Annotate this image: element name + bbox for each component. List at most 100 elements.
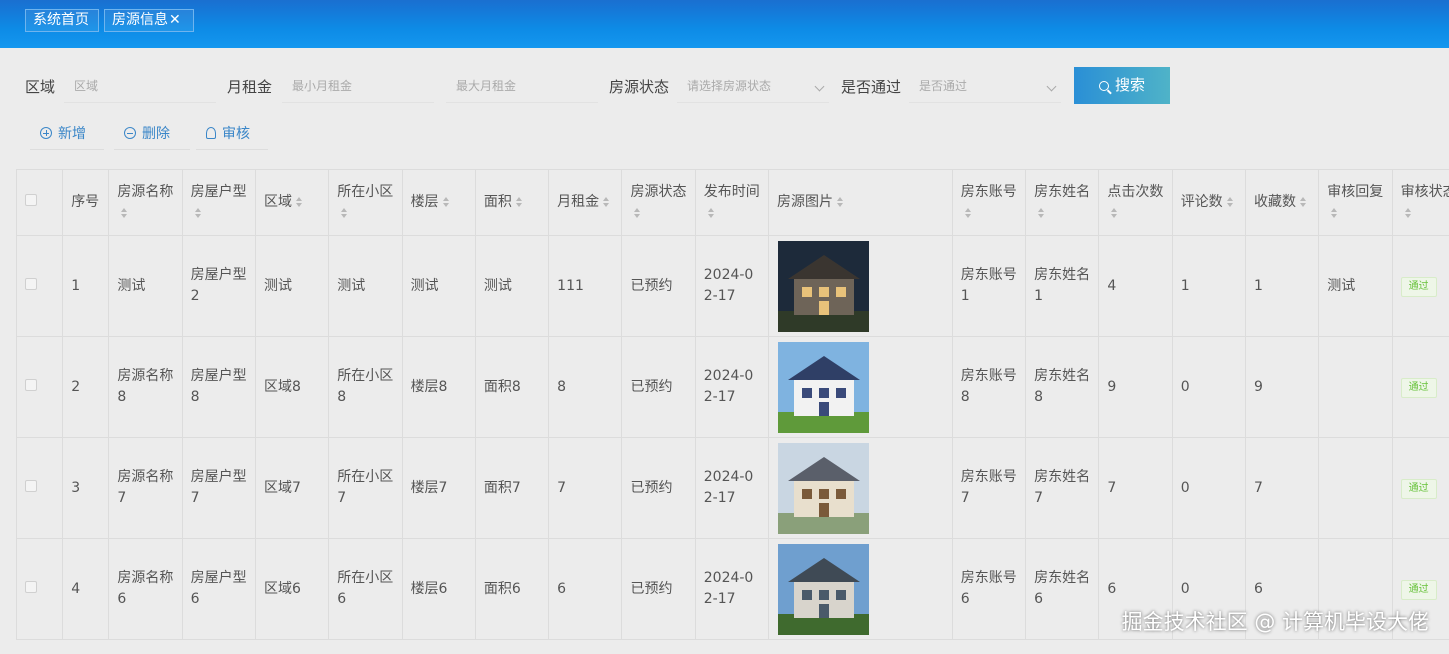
cell-favorites-text: 6 xyxy=(1253,580,1263,597)
status-select[interactable]: 请选择房源状态 xyxy=(677,71,829,103)
delete-button-label: 删除 xyxy=(142,126,170,142)
sort-icon[interactable] xyxy=(1299,197,1306,207)
column-header[interactable]: 区域 xyxy=(254,169,330,236)
house-photo[interactable] xyxy=(778,240,870,332)
sort-icon[interactable] xyxy=(964,207,971,218)
cell-name: 房源名称8 xyxy=(108,336,183,438)
column-header[interactable]: 房源名称 xyxy=(108,169,183,236)
tab-home[interactable]: 系统首页 xyxy=(25,9,99,32)
select-all-cell[interactable] xyxy=(15,169,64,236)
cell-comments-text: 0 xyxy=(1180,580,1190,597)
audit-button[interactable]: 审核 xyxy=(196,120,268,150)
cell-clicks: 7 xyxy=(1098,437,1173,539)
sort-icon[interactable] xyxy=(515,197,522,207)
column-header[interactable]: 房源状态 xyxy=(621,169,696,236)
chevron-down-icon xyxy=(1046,81,1057,92)
cell-no: 2 xyxy=(62,336,110,438)
sort-icon[interactable] xyxy=(707,207,714,218)
cell-comments: 1 xyxy=(1171,235,1246,337)
cell-type-text: 房屋户型7 xyxy=(190,469,247,506)
status-badge: 通过 xyxy=(1400,277,1437,297)
column-header[interactable]: 面积 xyxy=(474,169,550,236)
cell-rent-text: 111 xyxy=(557,277,584,294)
cell-type: 房屋户型7 xyxy=(181,437,256,539)
sort-icon[interactable] xyxy=(295,197,302,207)
column-header[interactable]: 楼层 xyxy=(401,169,476,236)
table-row[interactable]: 1 测试 房屋户型2 测试 测试 测试 测试 111 已预约 2024-02-17 房东账号1 房东… xyxy=(15,235,1449,337)
cell-owner: 房东姓名7 xyxy=(1025,437,1100,539)
sort-icon[interactable] xyxy=(194,207,201,218)
column-header-label: 房源图片 xyxy=(777,194,834,210)
cell-date: 2024-02-17 xyxy=(694,336,770,438)
cell-favorites-text: 7 xyxy=(1253,479,1263,496)
cell-account: 房东账号8 xyxy=(951,336,1027,438)
cell-photo xyxy=(768,235,953,337)
min-rent-input[interactable]: 最小月租金 xyxy=(282,71,434,103)
house-photo[interactable] xyxy=(778,341,870,433)
sort-icon[interactable] xyxy=(121,207,128,218)
sort-icon[interactable] xyxy=(837,197,844,207)
cell-owner: 房东姓名6 xyxy=(1025,538,1100,640)
row-select-cell[interactable] xyxy=(15,336,64,438)
cell-no: 3 xyxy=(62,437,110,539)
select-all-checkbox[interactable] xyxy=(25,194,37,206)
cell-comments-text: 0 xyxy=(1180,479,1190,496)
column-header[interactable]: 收藏数 xyxy=(1244,169,1320,236)
column-header[interactable]: 房源图片 xyxy=(768,169,953,236)
row-checkbox[interactable] xyxy=(25,378,37,391)
row-select-cell[interactable] xyxy=(15,437,64,539)
cell-community: 所在小区6 xyxy=(328,538,403,640)
column-header[interactable]: 审核状态 xyxy=(1391,169,1449,236)
delete-button[interactable]: 删除 xyxy=(114,120,190,150)
watermark: 掘金技术社区 @ 计算机毕设大佬 xyxy=(1121,610,1429,634)
sort-icon[interactable] xyxy=(1331,207,1338,218)
sort-icon[interactable] xyxy=(1226,197,1233,207)
sort-icon[interactable] xyxy=(1111,207,1118,218)
column-header[interactable]: 房东账号 xyxy=(951,169,1027,236)
area-input[interactable]: 区域 xyxy=(64,71,216,103)
cell-status: 已预约 xyxy=(621,336,696,438)
search-button[interactable]: 搜索 xyxy=(1074,67,1170,104)
row-select-cell[interactable] xyxy=(15,538,64,640)
column-header[interactable]: 房东姓名 xyxy=(1025,169,1100,236)
cell-owner-text: 房东姓名1 xyxy=(1034,267,1091,304)
row-select-cell[interactable] xyxy=(15,235,64,337)
column-header[interactable]: 所在小区 xyxy=(328,169,403,236)
cell-size: 面积8 xyxy=(474,336,550,438)
tab-house-info[interactable]: 房源信息✕ xyxy=(104,9,194,32)
sort-icon[interactable] xyxy=(634,207,641,218)
sort-icon[interactable] xyxy=(603,197,610,207)
table-header-row: 序号 房源名称 房屋户型 区域 所在小区 楼层 面积 月租金 房源状态 发布时间… xyxy=(15,169,1449,236)
row-checkbox[interactable] xyxy=(25,277,37,290)
house-photo[interactable] xyxy=(778,543,870,635)
cell-date: 2024-02-17 xyxy=(694,235,770,337)
table-row[interactable]: 3 房源名称7 房屋户型7 区域7 所在小区7 楼层7 面积7 7 已预约 2024-02-17 … xyxy=(15,437,1449,539)
passed-select[interactable]: 是否通过 xyxy=(909,71,1061,103)
house-table: 序号 房源名称 房屋户型 区域 所在小区 楼层 面积 月租金 房源状态 发布时间… xyxy=(15,169,1449,640)
row-checkbox[interactable] xyxy=(25,479,37,492)
column-header[interactable]: 发布时间 xyxy=(694,169,770,236)
column-header[interactable]: 月租金 xyxy=(548,169,623,236)
column-header-label: 审核回复 xyxy=(1327,183,1384,200)
column-header[interactable]: 审核回复 xyxy=(1318,169,1393,236)
column-header[interactable]: 评论数 xyxy=(1171,169,1246,236)
row-checkbox[interactable] xyxy=(25,580,37,593)
column-header-label: 月租金 xyxy=(557,194,600,210)
cell-area-text: 区域6 xyxy=(263,580,301,597)
sort-icon[interactable] xyxy=(1404,207,1411,218)
sort-icon[interactable] xyxy=(442,197,449,207)
house-photo[interactable] xyxy=(778,442,870,534)
cell-audit: 通过 xyxy=(1391,235,1449,337)
sort-icon[interactable] xyxy=(1038,207,1045,218)
column-header[interactable]: 房屋户型 xyxy=(181,169,256,236)
cell-date-text: 2024-02-17 xyxy=(703,469,754,506)
close-icon[interactable]: ✕ xyxy=(169,12,181,28)
column-header-label: 评论数 xyxy=(1180,194,1223,210)
add-button[interactable]: 新增 xyxy=(30,120,104,150)
cell-size-text: 测试 xyxy=(483,277,512,294)
sort-icon[interactable] xyxy=(341,207,348,218)
max-rent-input[interactable]: 最大月租金 xyxy=(446,71,598,103)
column-header[interactable]: 点击次数 xyxy=(1098,169,1173,236)
table-row[interactable]: 2 房源名称8 房屋户型8 区域8 所在小区8 楼层8 面积8 8 已预约 2024-02-17 … xyxy=(15,336,1449,438)
cell-area: 区域7 xyxy=(254,437,330,539)
